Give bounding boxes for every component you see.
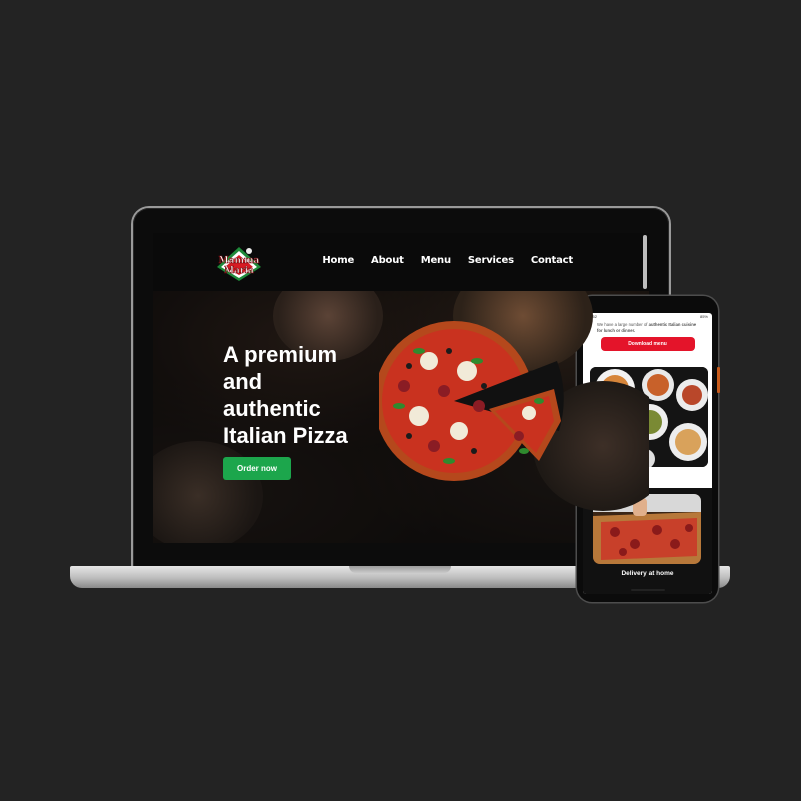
pizza-image [379, 321, 564, 481]
home-indicator[interactable] [631, 589, 665, 591]
nav-home[interactable]: Home [322, 255, 354, 266]
nav-contact[interactable]: Contact [531, 255, 573, 266]
hero-title: A premium and authentic Italian Pizza [223, 341, 383, 449]
nav-menu: Home About Menu Services Contact [322, 255, 573, 266]
intro-prefix: We have a large number of [597, 322, 649, 327]
logo-icon[interactable]: Mamma Maria [215, 245, 263, 283]
hero-section: A premium and authentic Italian Pizza Or… [153, 291, 649, 543]
download-menu-button[interactable]: Download menu [600, 337, 695, 351]
hero-title-line: A premium [223, 342, 338, 367]
delivery-label: Delivery at home [621, 570, 674, 577]
phone-intro-text: We have a large number of authentic Ital… [583, 320, 712, 333]
nav-menu-link[interactable]: Menu [421, 255, 451, 266]
scrollbar[interactable] [643, 235, 647, 289]
logo-line2: Maria [224, 266, 254, 276]
nav-about[interactable]: About [371, 255, 404, 266]
nav-services[interactable]: Services [468, 255, 514, 266]
laptop-notch [349, 566, 451, 573]
order-now-button[interactable]: Order now [223, 457, 291, 480]
hero-title-line: and [223, 369, 263, 394]
logo-line1: Mamma [219, 256, 260, 266]
site-navbar: Mamma Maria Home About Menu Services Con… [153, 233, 649, 291]
phone-side-button [717, 367, 720, 393]
hero-title-line: Italian Pizza [223, 423, 348, 448]
status-battery: 85% [699, 314, 708, 319]
hero-title-line: authentic [223, 396, 321, 421]
status-bar: 10:52 85% [583, 313, 712, 320]
website-screen: Mamma Maria Home About Menu Services Con… [153, 233, 649, 543]
